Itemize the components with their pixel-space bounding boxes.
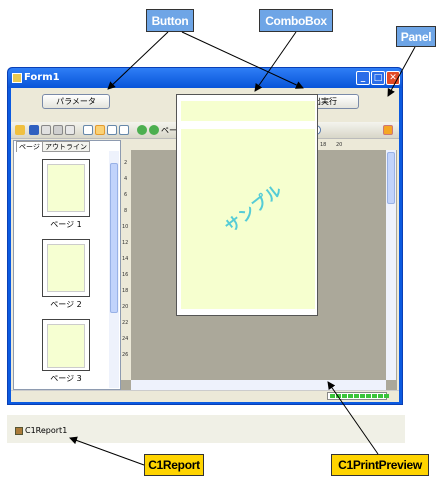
- arrow-panel: [387, 46, 416, 97]
- arrow-button: [107, 31, 169, 90]
- callout-arrows: [69, 31, 416, 466]
- arrow-c1printpreview: [327, 381, 379, 455]
- arrow-c1report: [69, 436, 145, 466]
- arrow-button-2: [181, 31, 304, 89]
